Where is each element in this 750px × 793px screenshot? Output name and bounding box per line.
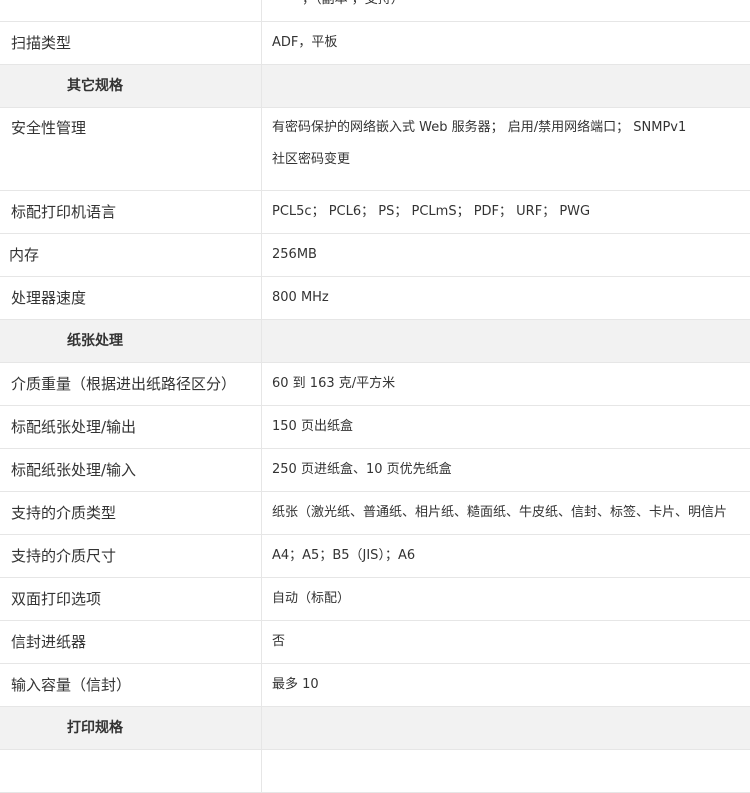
section-header-print-specs: 打印规格 — [0, 707, 750, 750]
spec-value: 60 到 163 克/平方米 — [272, 376, 396, 391]
spec-label: 介质重量（根据进出纸路径区分） — [0, 363, 262, 405]
spec-row-duplex: 双面打印选项 自动（标配） — [0, 578, 750, 621]
spec-label — [0, 0, 262, 21]
spec-value: 最多 10 — [272, 677, 319, 692]
spec-row-output-handling: 标配纸张处理/输出 150 页出纸盒 — [0, 406, 750, 449]
spec-row-copy-partial: —— ，（副本 ，支持） — [0, 0, 750, 22]
spec-value: 否 — [272, 634, 286, 649]
section-spacer — [262, 65, 750, 107]
spec-value: A4；A5；B5（JIS）；A6 — [272, 548, 416, 563]
spec-row-memory: 内存 256MB — [0, 234, 750, 277]
spec-value-line: 社区密码变更 — [272, 152, 351, 167]
spec-value: PCL5c； PCL6； PS； PCLmS； PDF； URF； PWG — [272, 204, 591, 219]
spec-row-trailing — [0, 750, 750, 793]
spec-label: 内存 — [0, 234, 262, 276]
spec-value: 自动（标配） — [272, 591, 351, 606]
spec-table: —— ，（副本 ，支持） 扫描类型 ADF，平板 其它规格 安全性管理 有密码保… — [0, 0, 750, 793]
section-header-other-specs: 其它规格 — [0, 65, 750, 108]
spec-row-scan-type: 扫描类型 ADF，平板 — [0, 22, 750, 65]
spec-row-envelope-capacity: 输入容量（信封） 最多 10 — [0, 664, 750, 707]
spec-row-printer-languages: 标配打印机语言 PCL5c； PCL6； PS； PCLmS； PDF； URF… — [0, 191, 750, 234]
section-title: 其它规格 — [0, 65, 262, 107]
spec-label — [0, 750, 262, 792]
spec-value: 256MB — [272, 247, 317, 262]
section-title: 纸张处理 — [0, 320, 262, 362]
spec-row-security: 安全性管理 有密码保护的网络嵌入式 Web 服务器； 启用/禁用网络端口； SN… — [0, 108, 750, 191]
spec-row-media-sizes: 支持的介质尺寸 A4；A5；B5（JIS）；A6 — [0, 535, 750, 578]
section-title: 打印规格 — [0, 707, 262, 749]
spec-label: 信封进纸器 — [0, 621, 262, 663]
spec-label: 标配纸张处理/输入 — [0, 449, 262, 491]
spec-label: 双面打印选项 — [0, 578, 262, 620]
spec-value: 纸张（激光纸、普通纸、相片纸、糙面纸、牛皮纸、信封、标签、卡片、明信片 — [272, 505, 728, 520]
section-spacer — [262, 320, 750, 362]
spec-row-media-types: 支持的介质类型 纸张（激光纸、普通纸、相片纸、糙面纸、牛皮纸、信封、标签、卡片、… — [0, 492, 750, 535]
spec-label: 标配打印机语言 — [0, 191, 262, 233]
spec-label: 支持的介质类型 — [0, 492, 262, 534]
spec-value — [262, 750, 750, 792]
section-spacer — [262, 707, 750, 749]
spec-row-input-handling: 标配纸张处理/输入 250 页进纸盒、10 页优先纸盒 — [0, 449, 750, 492]
spec-label: 支持的介质尺寸 — [0, 535, 262, 577]
spec-row-envelope-feeder: 信封进纸器 否 — [0, 621, 750, 664]
spec-label: 标配纸张处理/输出 — [0, 406, 262, 448]
spec-label: 安全性管理 — [0, 108, 262, 190]
spec-value: 150 页出纸盒 — [272, 419, 353, 434]
spec-value: 有密码保护的网络嵌入式 Web 服务器； 启用/禁用网络端口； SNMPv1 社… — [262, 108, 750, 190]
spec-label: 输入容量（信封） — [0, 664, 262, 706]
spec-value: —— ，（副本 ，支持） — [262, 0, 750, 21]
spec-label: 处理器速度 — [0, 277, 262, 319]
spec-value-line: 有密码保护的网络嵌入式 Web 服务器； 启用/禁用网络端口； SNMPv1 — [272, 120, 687, 135]
spec-value: 800 MHz — [272, 290, 329, 305]
spec-row-processor-speed: 处理器速度 800 MHz — [0, 277, 750, 320]
spec-value: 250 页进纸盒、10 页优先纸盒 — [272, 462, 452, 477]
section-header-paper-handling: 纸张处理 — [0, 320, 750, 363]
spec-label: 扫描类型 — [0, 22, 262, 64]
spec-value: ADF，平板 — [272, 35, 338, 50]
spec-row-media-weight: 介质重量（根据进出纸路径区分） 60 到 163 克/平方米 — [0, 363, 750, 406]
